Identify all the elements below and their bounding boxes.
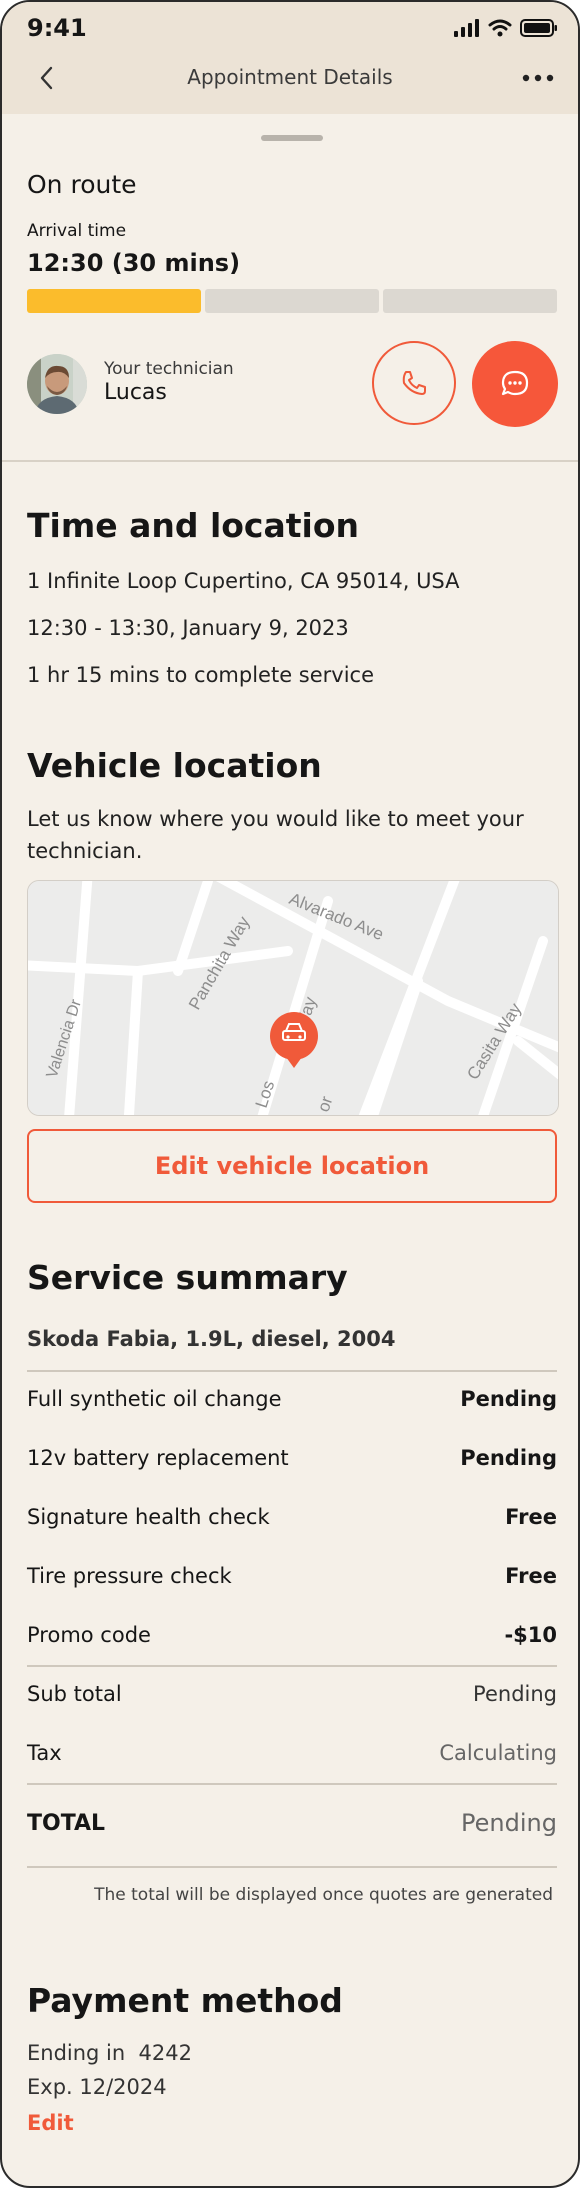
arrival-label: Arrival time: [27, 221, 127, 241]
vehicle-description: Skoda Fabia, 1.9L, diesel, 2004: [27, 1327, 396, 1351]
page-title: Appointment Details: [187, 65, 393, 89]
total-label: TOTAL: [27, 1810, 106, 1836]
technician-name: Lucas: [104, 380, 167, 405]
status-icons: [454, 19, 558, 37]
more-options-button[interactable]: [520, 64, 556, 92]
vehicle-location-heading: Vehicle location: [27, 746, 322, 785]
tracking-status: On route: [27, 170, 137, 199]
wifi-icon: [488, 19, 512, 37]
duration-text: 1 hr 15 mins to complete service: [27, 663, 375, 687]
tax-value: Calculating: [439, 1741, 557, 1765]
progress-segment: [27, 289, 201, 313]
signal-icon: [454, 19, 479, 37]
sheet-handle[interactable]: [261, 135, 323, 141]
phone-icon: [402, 371, 426, 395]
header-bar: 9:41 Appointment Details: [2, 2, 578, 114]
service-item-value: Free: [505, 1564, 557, 1588]
service-item-value: Free: [505, 1505, 557, 1529]
service-item-row: Full synthetic oil change Pending: [27, 1387, 557, 1411]
chat-icon: [501, 370, 529, 396]
edit-vehicle-location-button[interactable]: Edit vehicle location: [27, 1129, 557, 1203]
payment-method-heading: Payment method: [27, 1981, 343, 2020]
vehicle-location-description: Let us know where you would like to meet…: [27, 807, 524, 831]
subtotal-label: Sub total: [27, 1682, 122, 1706]
summary-divider: [27, 1370, 557, 1372]
service-item-value: -$10: [504, 1623, 557, 1647]
service-item-row: Promo code -$10: [27, 1623, 557, 1647]
tax-row: Tax Calculating: [27, 1741, 557, 1765]
technician-avatar: [27, 354, 87, 414]
battery-icon: [520, 19, 557, 37]
tax-label: Tax: [27, 1741, 62, 1765]
service-item-row: Tire pressure check Free: [27, 1564, 557, 1588]
technician-label: Your technician: [104, 359, 234, 379]
service-item-value: Pending: [460, 1446, 557, 1470]
status-time: 9:41: [27, 14, 87, 42]
more-icon: [522, 74, 554, 82]
service-summary-heading: Service summary: [27, 1258, 348, 1297]
total-row: TOTAL Pending: [27, 1809, 557, 1837]
summary-divider: [27, 1665, 557, 1667]
progress-segment: [383, 289, 557, 313]
phone-screen: 9:41 Appointment Details On route Arriva…: [0, 0, 580, 2188]
card-expiry-text: Exp. 12/2024: [27, 2075, 167, 2099]
section-divider: [2, 460, 578, 462]
service-item-row: Signature health check Free: [27, 1505, 557, 1529]
map-image: Panchita Way Alvarado Ave Valencia Dr Lo…: [28, 881, 558, 1115]
time-location-heading: Time and location: [27, 506, 360, 545]
address-text: 1 Infinite Loop Cupertino, CA 95014, USA: [27, 569, 460, 593]
avatar-image: [27, 354, 87, 414]
arrival-value: 12:30 (30 mins): [27, 249, 241, 277]
card-ending-text: Ending in 4242: [27, 2041, 192, 2065]
service-item-label: Tire pressure check: [27, 1564, 232, 1588]
progress-segment: [205, 289, 379, 313]
summary-divider: [27, 1866, 557, 1868]
subtotal-row: Sub total Pending: [27, 1682, 557, 1706]
service-item-row: 12v battery replacement Pending: [27, 1446, 557, 1470]
arrival-progress: [27, 289, 557, 313]
appointment-time-text: 12:30 - 13:30, January 9, 2023: [27, 616, 349, 640]
subtotal-value: Pending: [473, 1682, 557, 1706]
service-item-label: Full synthetic oil change: [27, 1387, 282, 1411]
total-note: The total will be displayed once quotes …: [94, 1885, 553, 1905]
service-item-label: Promo code: [27, 1623, 151, 1647]
vehicle-location-map[interactable]: Panchita Way Alvarado Ave Valencia Dr Lo…: [27, 880, 559, 1116]
service-item-label: Signature health check: [27, 1505, 270, 1529]
service-item-label: 12v battery replacement: [27, 1446, 289, 1470]
edit-payment-link[interactable]: Edit: [27, 2111, 74, 2135]
message-technician-button[interactable]: [472, 341, 558, 427]
service-item-value: Pending: [460, 1387, 557, 1411]
vehicle-location-description: technician.: [27, 839, 143, 863]
call-technician-button[interactable]: [372, 341, 456, 425]
total-value: Pending: [461, 1809, 557, 1837]
summary-divider: [27, 1783, 557, 1785]
